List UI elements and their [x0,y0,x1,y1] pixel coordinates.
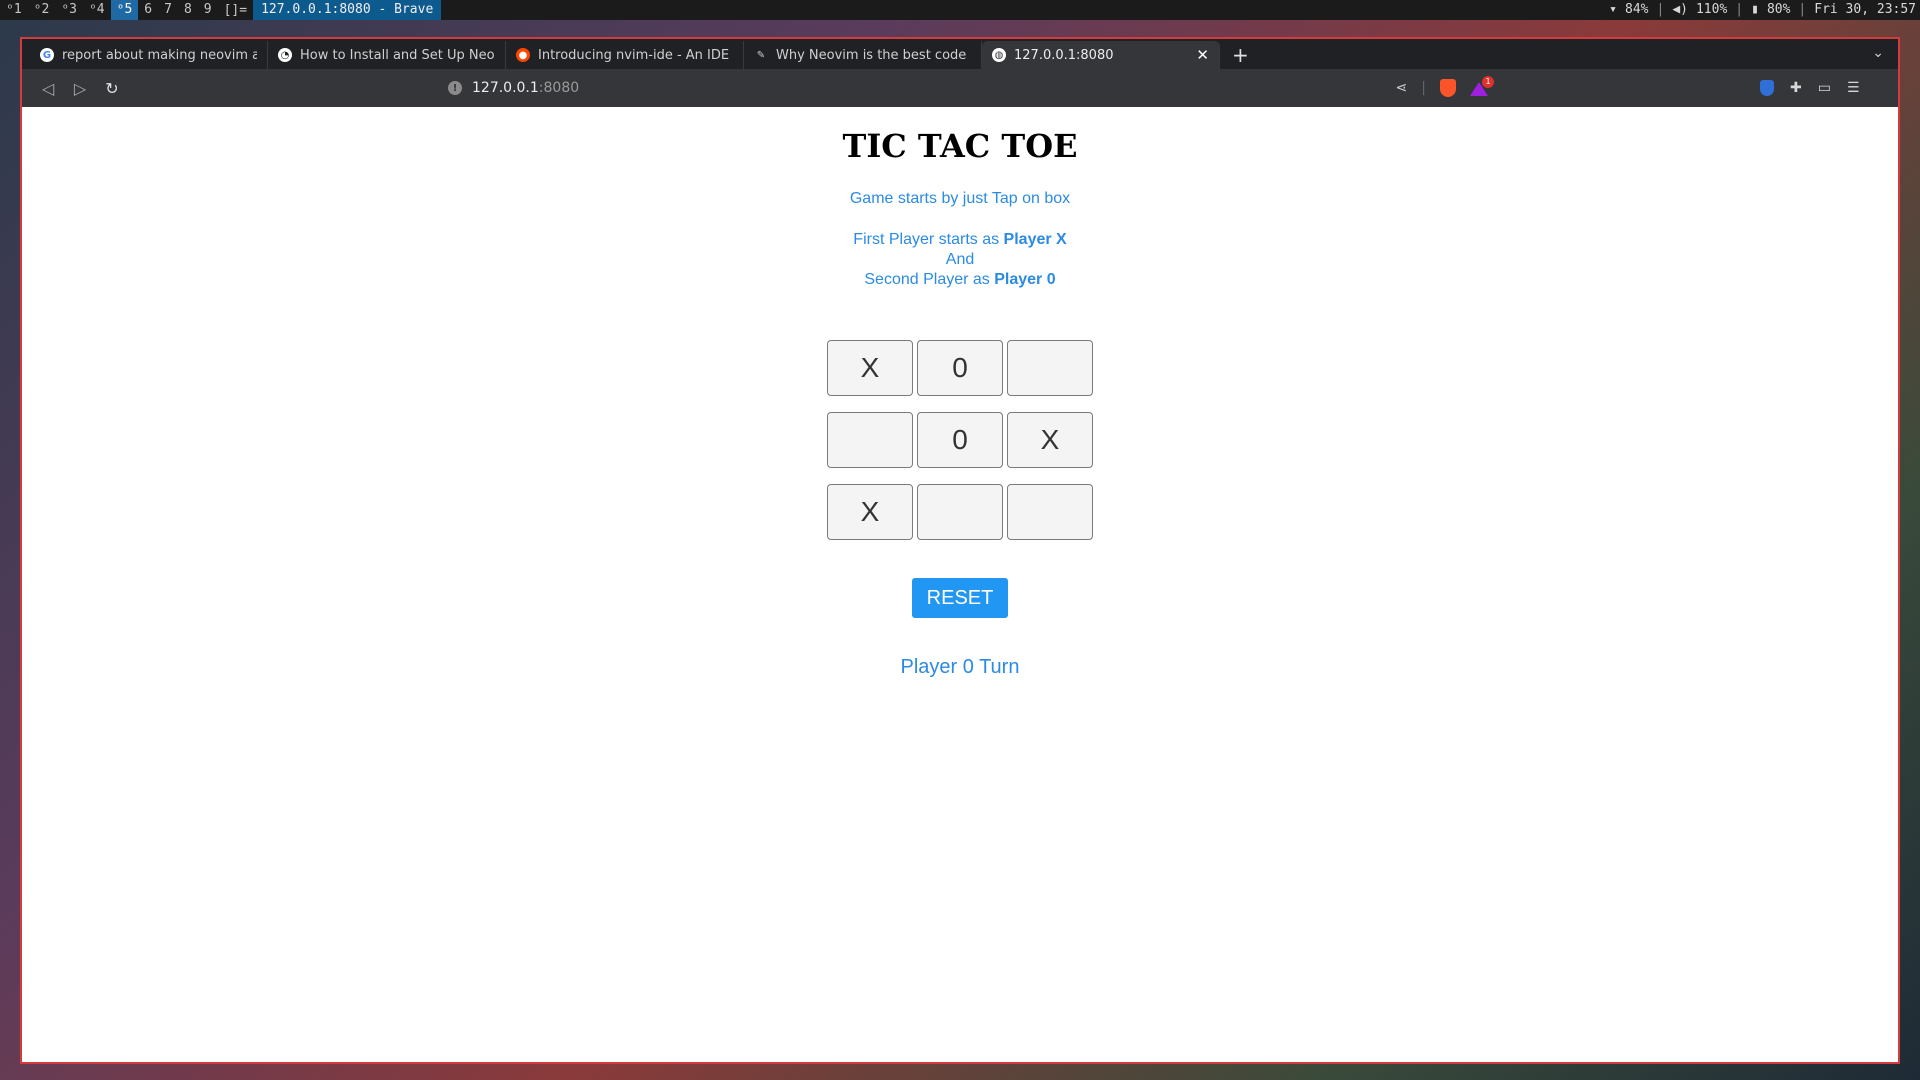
board-cell-4[interactable] [827,412,913,468]
workspace-6[interactable]: 6 [138,0,158,20]
address-bar-actions: ⋖ | 1 [1396,76,1494,97]
layout-indicator: []= [223,2,248,18]
tab-label: How to Install and Set Up Neov [300,47,495,63]
tab-strip: G report about making neovim a ◔ How to … [22,39,1898,69]
share-icon[interactable]: ⋖ [1396,80,1408,96]
players-info: First Player starts as Player X And Seco… [22,230,1898,290]
board-cell-8[interactable] [917,484,1003,540]
workspace-8[interactable]: 8 [178,0,198,20]
brave-shields-icon[interactable] [1440,79,1456,97]
info-icon[interactable]: ! [448,81,462,95]
menu-icon[interactable]: ☰ [1847,80,1860,96]
reload-icon[interactable]: ↻ [96,79,128,98]
workspace-1[interactable]: ᵒ1 [0,0,28,20]
new-tab-button[interactable]: + [1220,41,1261,69]
volume-icon: ◀) [1672,2,1688,17]
focused-window-title: 127.0.0.1:8080 - Brave [253,0,442,20]
tab-label: 127.0.0.1:8080 [1014,47,1114,63]
address-bar[interactable]: ! 127.0.0.1:8080 ⋖ | 1 [438,74,1494,102]
tab-report-neovim[interactable]: G report about making neovim a [30,41,268,69]
and-text: And [945,251,975,268]
clock-site-icon: ◔ [278,48,292,62]
reddit-icon: ● [516,48,530,62]
reset-button[interactable]: RESET [912,578,1008,618]
battery-icon: ▮ [1751,2,1759,17]
status-area: ▾ 84% | ◀) 110% | ▮ 80% | Fri 30, 23:57 [1609,0,1920,20]
board-cell-6[interactable]: X [1007,412,1093,468]
bitwarden-icon[interactable] [1760,80,1774,96]
first-player-prefix: First Player starts as [853,231,1004,248]
toolbar-separator: | [1421,80,1426,96]
wallet-icon[interactable]: ▭ [1818,80,1831,96]
brave-rewards-icon[interactable]: 1 [1470,76,1494,96]
workspace-9[interactable]: 9 [198,0,218,20]
tab-label: Introducing nvim-ide - An IDE l [538,47,733,63]
google-icon: G [40,48,54,62]
board-cell-5[interactable]: 0 [917,412,1003,468]
wifi-level: 84% [1625,2,1649,17]
back-icon[interactable]: ◁ [32,79,64,98]
rewards-badge: 1 [1482,76,1494,88]
extension-icons: ✚ ▭ ☰ [1760,80,1860,96]
tab-install-neovim[interactable]: ◔ How to Install and Set Up Neov [268,41,506,69]
first-player-name: Player X [1003,231,1067,248]
status-separator: | [1656,2,1665,17]
tab-label: Why Neovim is the best code e [776,47,971,63]
workspace-3[interactable]: ᵒ3 [55,0,83,20]
volume-level: 110% [1695,2,1728,17]
workspace-7[interactable]: 7 [158,0,178,20]
second-player-name: Player 0 [994,271,1056,288]
clock: Fri 30, 23:57 [1814,2,1916,17]
status-separator: | [1798,2,1807,17]
browser-toolbar: ◁ ▷ ↻ ! 127.0.0.1:8080 ⋖ | 1 ✚ ▭ ☰ [22,69,1898,107]
board-cell-3[interactable] [1007,340,1093,396]
tab-label: report about making neovim a [62,47,257,63]
instructions-text: Game starts by just Tap on box [849,190,1071,207]
forward-icon[interactable]: ▷ [64,79,96,98]
tab-localhost[interactable]: ◍ 127.0.0.1:8080 ✕ [982,41,1220,69]
chevron-down-icon[interactable]: ⌄ [1872,45,1884,61]
board-cell-9[interactable] [1007,484,1093,540]
status-separator: | [1735,2,1744,17]
page-title: TIC TAC TOE [842,127,1078,165]
wifi-icon: ▾ [1609,2,1617,17]
battery-level: 80% [1766,2,1791,17]
workspace-4[interactable]: ᵒ4 [83,0,111,20]
tab-why-neovim[interactable]: ✎ Why Neovim is the best code e [744,41,982,69]
close-icon[interactable]: ✕ [1196,46,1209,64]
page-content: TIC TAC TOE Game starts by just Tap on b… [22,107,1898,1062]
puzzle-icon[interactable]: ✚ [1790,80,1802,96]
board-cell-1[interactable]: X [827,340,913,396]
board-cell-7[interactable]: X [827,484,913,540]
window-manager-bar: ᵒ1 ᵒ2 ᵒ3 ᵒ4 ᵒ5 6 7 8 9 []= 127.0.0.1:808… [0,0,1920,20]
turn-indicator: Player 0 Turn [900,656,1020,678]
pencil-site-icon: ✎ [756,49,766,61]
workspace-2[interactable]: ᵒ2 [28,0,56,20]
browser-window: G report about making neovim a ◔ How to … [20,37,1900,1064]
tab-nvim-ide[interactable]: ● Introducing nvim-ide - An IDE l [506,41,744,69]
globe-icon: ◍ [992,48,1006,62]
second-player-prefix: Second Player as [864,271,995,288]
board-cell-2[interactable]: 0 [917,340,1003,396]
workspace-5[interactable]: ᵒ5 [110,0,139,20]
url-host: 127.0.0.1 [472,80,539,96]
game-board: X 0 0 X X [826,340,1094,540]
url-port: :8080 [538,80,580,96]
